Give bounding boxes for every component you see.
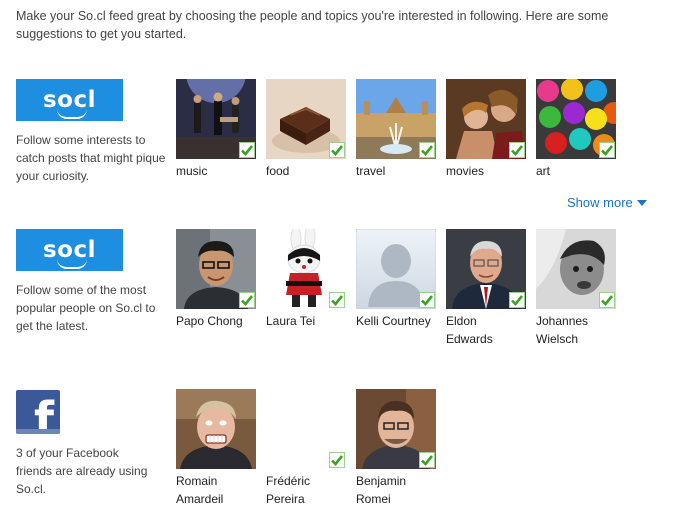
check-icon[interactable] bbox=[329, 452, 345, 468]
interest-tile-music[interactable]: music bbox=[176, 79, 256, 180]
interest-tile-travel[interactable]: travel bbox=[356, 79, 436, 180]
check-icon[interactable] bbox=[419, 142, 435, 158]
socl-logo: socl bbox=[16, 79, 123, 121]
friend-name[interactable]: Romain Amardeil bbox=[176, 472, 256, 508]
person-tile-kelli-courtney[interactable]: Kelli Courtney bbox=[356, 229, 436, 330]
toy-figure-photo[interactable] bbox=[266, 229, 346, 309]
intro-text: Make your So.cl feed great by choosing t… bbox=[16, 9, 609, 41]
show-more-link[interactable]: Show more bbox=[567, 195, 647, 210]
person-name[interactable]: Laura Tei bbox=[266, 312, 346, 330]
check-icon[interactable] bbox=[419, 292, 435, 308]
facebook-logo-icon: f bbox=[16, 390, 60, 434]
friend-name[interactable]: Frédéric Pereira bbox=[266, 472, 346, 508]
interest-tile-art[interactable]: art bbox=[536, 79, 616, 180]
check-icon[interactable] bbox=[599, 292, 615, 308]
check-icon[interactable] bbox=[509, 142, 525, 158]
interest-label[interactable]: travel bbox=[356, 162, 436, 180]
fountain-palace-photo[interactable] bbox=[356, 79, 436, 159]
person-photo[interactable] bbox=[446, 229, 526, 309]
interest-tile-food[interactable]: food bbox=[266, 79, 346, 180]
person-tile-papo-chong[interactable]: Papo Chong bbox=[176, 229, 256, 330]
socl-logo: socl bbox=[16, 229, 123, 271]
facebook-description: 3 of your Facebook friends are already u… bbox=[16, 446, 148, 496]
show-more-label[interactable]: Show more bbox=[567, 195, 633, 210]
friend-tile-benjamin-romei[interactable]: Benjamin Romei bbox=[356, 389, 436, 508]
interest-label[interactable]: art bbox=[536, 162, 616, 180]
person-name[interactable]: Eldon Edwards bbox=[446, 312, 526, 348]
interest-tile-movies[interactable]: movies bbox=[446, 79, 526, 180]
check-icon[interactable] bbox=[419, 452, 435, 468]
person-photo[interactable] bbox=[176, 389, 256, 469]
people-description: Follow some of the most popular people o… bbox=[16, 283, 156, 333]
check-icon[interactable] bbox=[239, 142, 255, 158]
interest-label[interactable]: movies bbox=[446, 162, 526, 180]
friend-name[interactable]: Benjamin Romei bbox=[356, 472, 436, 508]
check-icon[interactable] bbox=[599, 142, 615, 158]
interests-description: Follow some interests to catch posts tha… bbox=[16, 133, 166, 183]
chocolate-photo[interactable] bbox=[266, 79, 346, 159]
person-tile-johannes-wielsch[interactable]: Johannes Wielsch bbox=[536, 229, 616, 348]
person-photo[interactable] bbox=[356, 389, 436, 469]
interest-label[interactable]: food bbox=[266, 162, 346, 180]
person-photo[interactable] bbox=[176, 229, 256, 309]
person-tile-eldon-edwards[interactable]: Eldon Edwards bbox=[446, 229, 526, 348]
person-photo[interactable] bbox=[536, 229, 616, 309]
check-icon[interactable] bbox=[509, 292, 525, 308]
concert-photo[interactable] bbox=[176, 79, 256, 159]
default-avatar-icon[interactable] bbox=[356, 229, 436, 309]
person-name[interactable]: Kelli Courtney bbox=[356, 312, 436, 330]
check-icon[interactable] bbox=[239, 292, 255, 308]
caret-down-icon[interactable] bbox=[636, 199, 647, 206]
person-name[interactable]: Papo Chong bbox=[176, 312, 256, 330]
check-icon[interactable] bbox=[329, 142, 345, 158]
check-icon[interactable] bbox=[329, 292, 345, 308]
person-name[interactable]: Johannes Wielsch bbox=[536, 312, 616, 348]
person-tile-laura-tei[interactable]: Laura Tei bbox=[266, 229, 346, 330]
film-still-photo[interactable] bbox=[446, 79, 526, 159]
friend-tile-frederic-pereira[interactable]: Frédéric Pereira bbox=[266, 389, 346, 508]
paint-cups-photo[interactable] bbox=[536, 79, 616, 159]
friend-tile-romain-amardeil[interactable]: Romain Amardeil bbox=[176, 389, 256, 508]
no-photo-placeholder[interactable] bbox=[266, 389, 346, 469]
interest-label[interactable]: music bbox=[176, 162, 256, 180]
